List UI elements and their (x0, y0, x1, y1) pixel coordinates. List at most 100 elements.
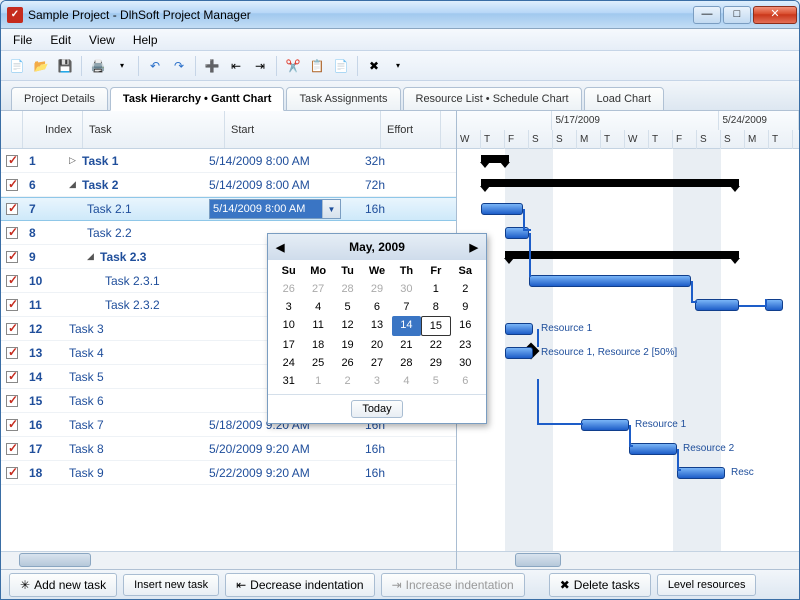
flag-cell[interactable] (1, 245, 23, 268)
calendar-day[interactable]: 18 (303, 336, 332, 354)
summary-bar[interactable] (505, 251, 739, 259)
calendar-day[interactable]: 16 (451, 316, 480, 336)
task-cell[interactable]: Task 4 (61, 341, 203, 364)
calendar-day[interactable]: 6 (362, 298, 391, 316)
effort-cell[interactable]: 16h (359, 461, 419, 484)
start-cell[interactable]: 5/22/2009 9:20 AM (203, 461, 359, 484)
dropdown-icon[interactable]: ▼ (322, 200, 340, 218)
gantt-bar[interactable] (505, 347, 533, 359)
col-start[interactable]: Start (225, 111, 381, 148)
flag-cell[interactable] (1, 413, 23, 436)
task-cell[interactable]: ◢Task 2 (61, 173, 203, 196)
task-cell[interactable]: Task 2.3.1 (61, 269, 203, 292)
gantt-bar[interactable] (695, 299, 739, 311)
today-button[interactable]: Today (351, 400, 402, 418)
flag-cell[interactable] (1, 269, 23, 292)
tab-load-chart[interactable]: Load Chart (584, 87, 664, 111)
start-cell[interactable]: 5/20/2009 9:20 AM (203, 437, 359, 460)
expand-icon[interactable]: ◢ (87, 251, 97, 262)
task-cell[interactable]: Task 8 (61, 437, 203, 460)
calendar-day[interactable]: 1 (303, 372, 332, 390)
flag-cell[interactable] (1, 149, 23, 172)
calendar-day[interactable]: 3 (362, 372, 391, 390)
undo-icon[interactable]: ↶ (145, 56, 165, 76)
indent-icon[interactable]: ⇥ (250, 56, 270, 76)
summary-bar[interactable] (481, 155, 509, 163)
calendar-title[interactable]: May, 2009 (349, 240, 405, 254)
calendar-day[interactable]: 11 (303, 316, 332, 336)
calendar-day[interactable]: 6 (451, 372, 480, 390)
calendar-day[interactable]: 19 (333, 336, 362, 354)
expand-icon[interactable]: ▷ (69, 155, 79, 166)
calendar-day[interactable]: 3 (274, 298, 303, 316)
chevron-down-icon[interactable]: ▾ (388, 56, 408, 76)
effort-cell[interactable]: 16h (359, 437, 419, 460)
table-row[interactable]: 1▷Task 15/14/2009 8:00 AM32h (1, 149, 456, 173)
calendar-day[interactable]: 2 (333, 372, 362, 390)
task-cell[interactable]: ◢Task 2.3 (61, 245, 203, 268)
gantt-bar[interactable] (629, 443, 677, 455)
flag-cell[interactable] (1, 389, 23, 412)
tab-project-details[interactable]: Project Details (11, 87, 108, 111)
open-icon[interactable]: 📂 (31, 56, 51, 76)
calendar-day[interactable]: 17 (274, 336, 303, 354)
print-icon[interactable]: 🖨️ (88, 56, 108, 76)
task-cell[interactable]: Task 2.2 (61, 221, 203, 244)
flag-cell[interactable] (1, 198, 23, 220)
effort-cell[interactable]: 72h (359, 173, 419, 196)
calendar-day[interactable]: 5 (333, 298, 362, 316)
calendar-day[interactable]: 23 (451, 336, 480, 354)
increase-indent-button[interactable]: ⇥Increase indentation (381, 573, 525, 597)
table-row[interactable]: 6◢Task 25/14/2009 8:00 AM72h (1, 173, 456, 197)
save-icon[interactable]: 💾 (55, 56, 75, 76)
flag-cell[interactable] (1, 437, 23, 460)
calendar-day[interactable]: 29 (421, 354, 450, 372)
flag-cell[interactable] (1, 293, 23, 316)
flag-cell[interactable] (1, 317, 23, 340)
copy-icon[interactable]: 📋 (307, 56, 327, 76)
menu-file[interactable]: File (5, 31, 40, 49)
insert-task-button[interactable]: Insert new task (123, 574, 219, 596)
maximize-button[interactable]: □ (723, 6, 751, 24)
task-cell[interactable]: Task 9 (61, 461, 203, 484)
start-cell[interactable]: 5/14/2009 8:00 AM (203, 149, 359, 172)
flag-cell[interactable] (1, 461, 23, 484)
calendar-day[interactable]: 27 (362, 354, 391, 372)
calendar-day[interactable]: 20 (362, 336, 391, 354)
calendar-day[interactable]: 22 (421, 336, 450, 354)
calendar-day[interactable]: 14 (392, 316, 421, 336)
minimize-button[interactable]: — (693, 6, 721, 24)
gantt-bar[interactable] (677, 467, 725, 479)
gantt-bar[interactable] (765, 299, 783, 311)
calendar-day[interactable]: 4 (303, 298, 332, 316)
menu-view[interactable]: View (81, 31, 123, 49)
next-month-button[interactable]: ▶ (470, 241, 478, 254)
calendar-day[interactable]: 25 (303, 354, 332, 372)
calendar-day[interactable]: 30 (392, 280, 421, 298)
calendar-day[interactable]: 1 (421, 280, 450, 298)
gantt-bar[interactable] (505, 323, 533, 335)
calendar-day[interactable]: 24 (274, 354, 303, 372)
task-cell[interactable]: ▷Task 1 (61, 149, 203, 172)
table-row[interactable]: 17Task 85/20/2009 9:20 AM16h (1, 437, 456, 461)
calendar-day[interactable]: 15 (421, 316, 450, 336)
close-button[interactable]: ✕ (753, 6, 797, 24)
calendar-day[interactable]: 12 (333, 316, 362, 336)
col-index[interactable]: Index (23, 111, 83, 148)
new-icon[interactable]: 📄 (7, 56, 27, 76)
gantt-bar[interactable] (529, 275, 691, 287)
flag-cell[interactable] (1, 221, 23, 244)
delete-tasks-button[interactable]: ✖Delete tasks (549, 573, 651, 597)
calendar-day[interactable]: 7 (392, 298, 421, 316)
menu-help[interactable]: Help (125, 31, 166, 49)
grid-scrollbar[interactable] (1, 551, 456, 569)
table-row[interactable]: 7Task 2.15/14/2009 8:00 AM▼16h (1, 197, 456, 221)
delete-icon[interactable]: ✖ (364, 56, 384, 76)
flag-cell[interactable] (1, 365, 23, 388)
redo-icon[interactable]: ↷ (169, 56, 189, 76)
tab-resource-list[interactable]: Resource List • Schedule Chart (403, 87, 582, 111)
add-task-icon[interactable]: ➕ (202, 56, 222, 76)
chevron-down-icon[interactable]: ▾ (112, 56, 132, 76)
level-resources-button[interactable]: Level resources (657, 574, 757, 596)
calendar-day[interactable]: 31 (274, 372, 303, 390)
